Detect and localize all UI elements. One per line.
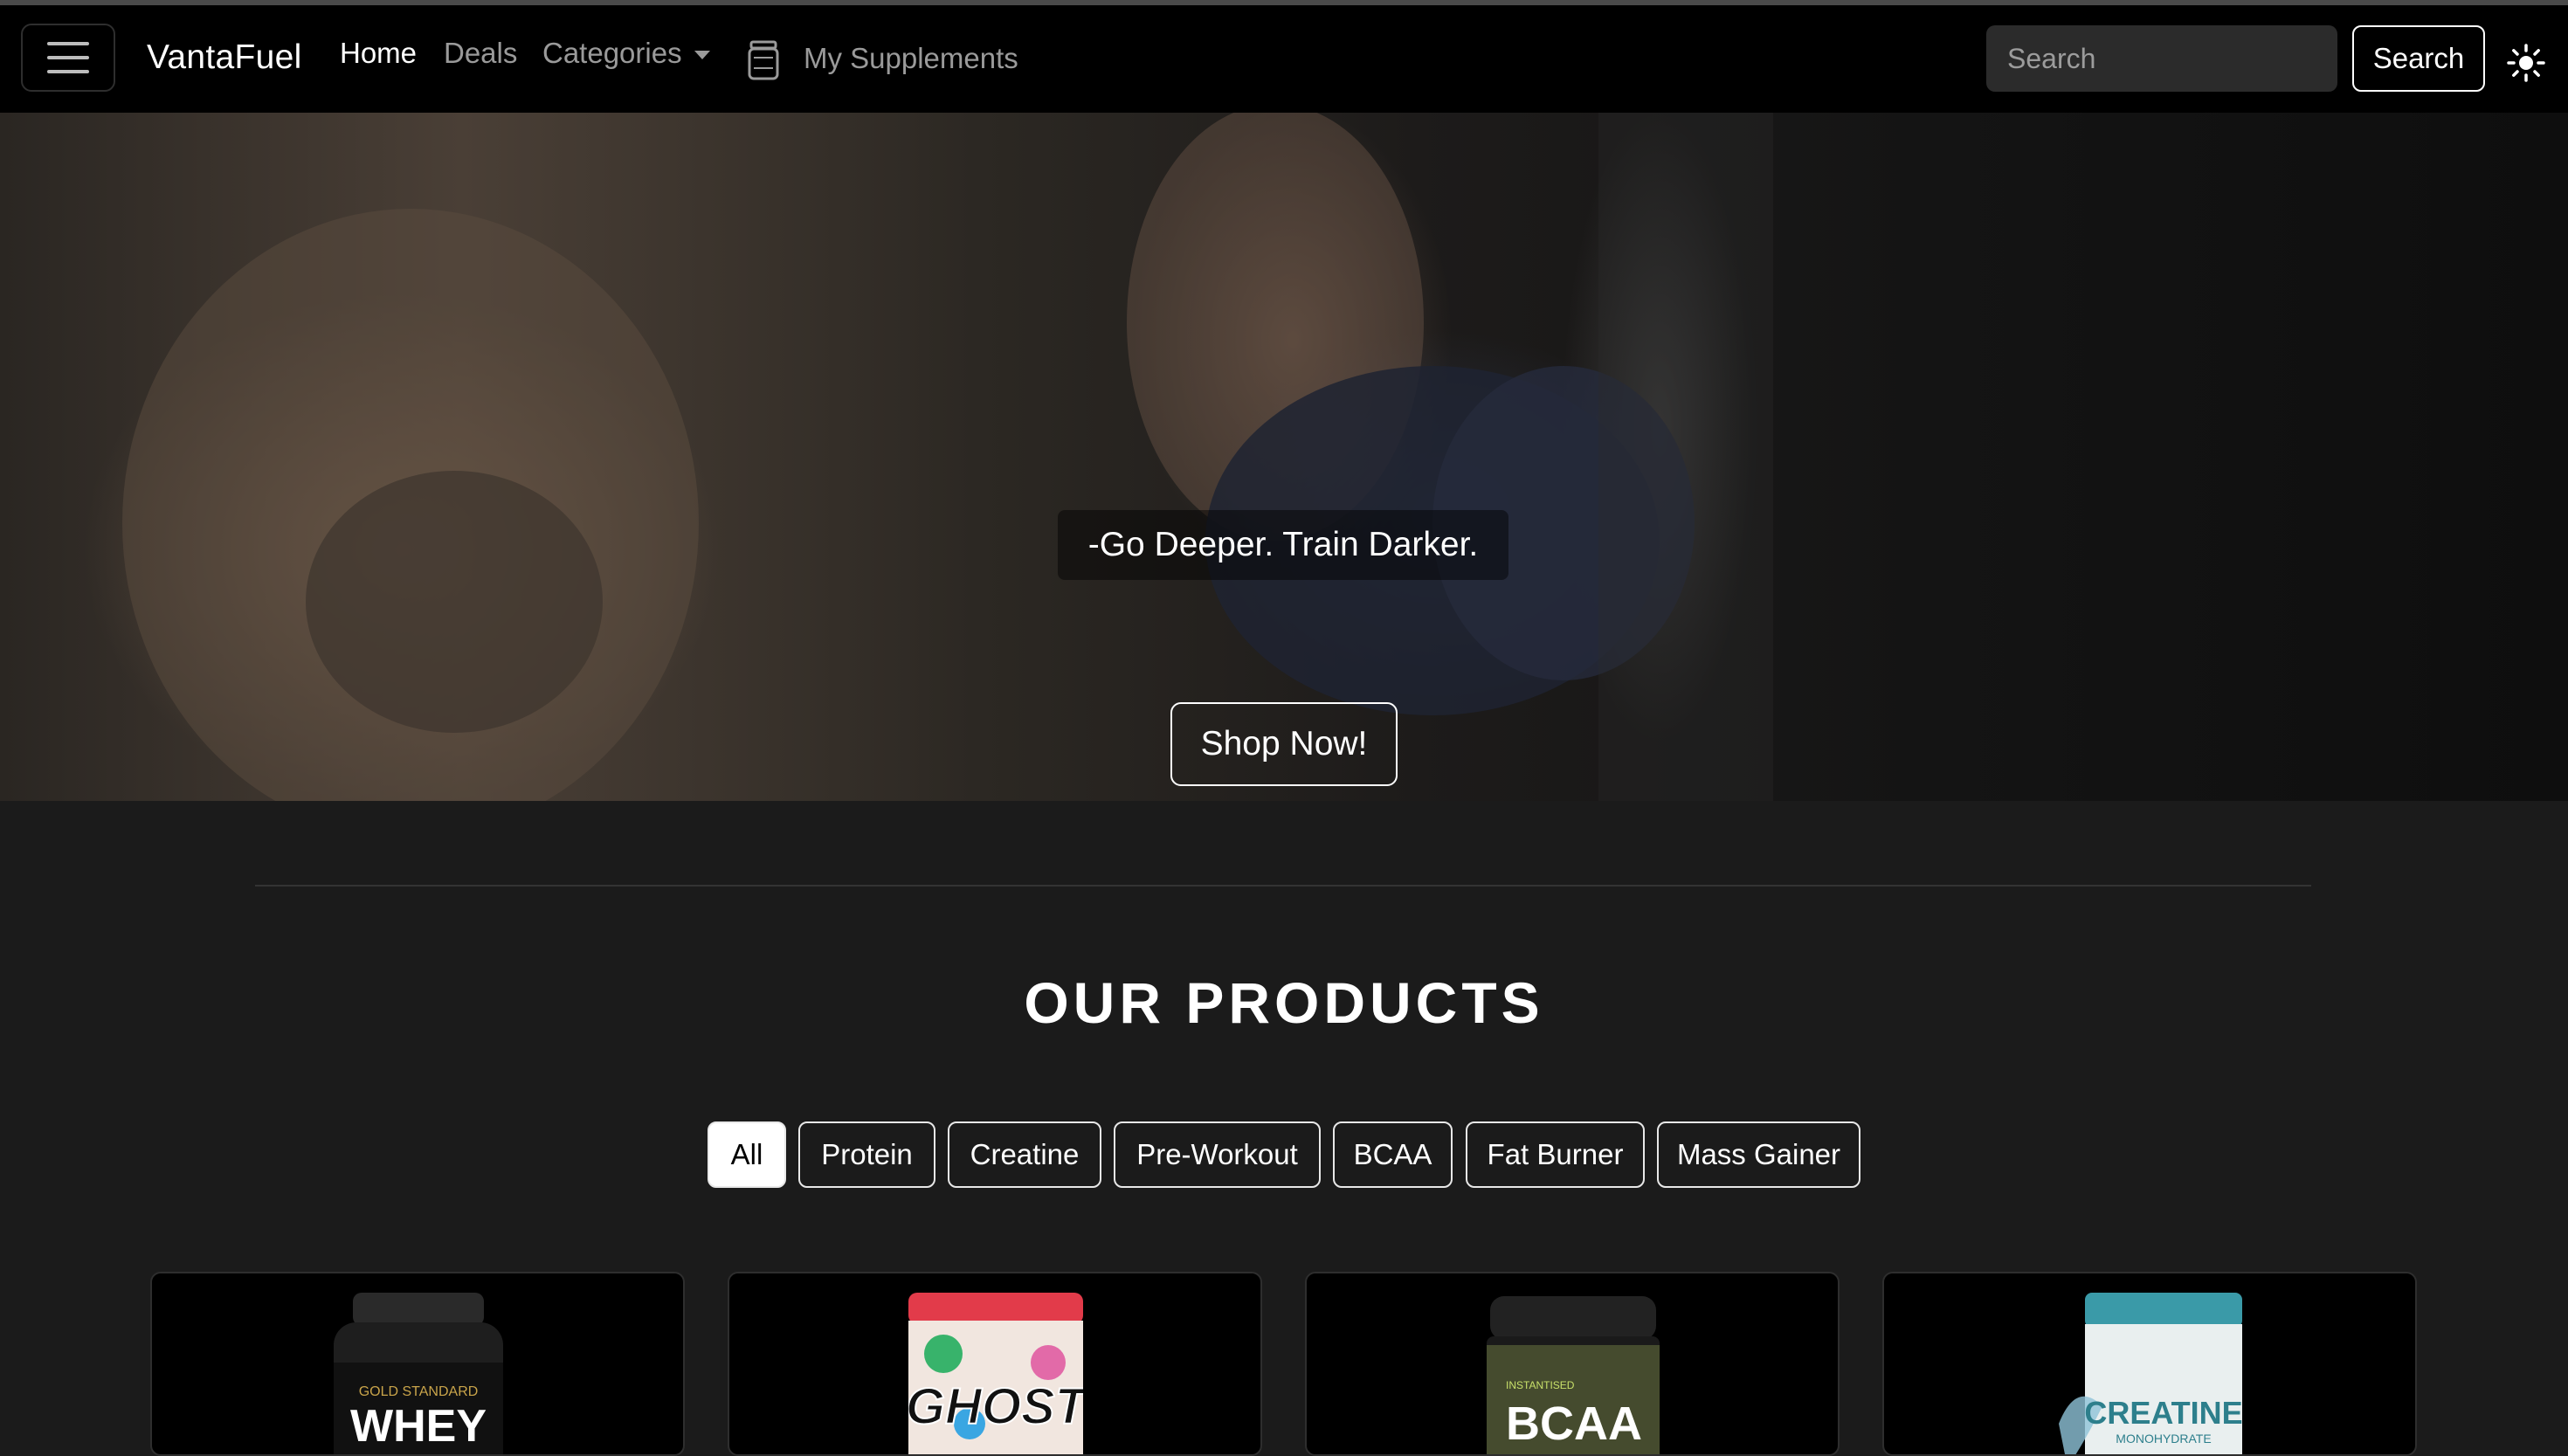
menu-icon-bar (47, 70, 89, 73)
bcaa-label-top: INSTANTISED (1506, 1379, 1575, 1391)
creatine-tub-image: CREATINE MONOHYDRATE (2059, 1293, 2243, 1454)
filter-fat-burner[interactable]: Fat Burner (1466, 1121, 1645, 1188)
hero-background-image (122, 113, 1773, 801)
ghost-label: GHOST (908, 1378, 1083, 1435)
product-card[interactable]: INSTANTISED BCAA (1305, 1272, 1840, 1456)
category-filter-bar: All Protein Creatine Pre-Workout BCAA Fa… (0, 1121, 2568, 1188)
hero-banner: -Go Deeper. Train Darker. Shop Now! (0, 113, 2568, 801)
supplement-jar-icon[interactable] (747, 40, 780, 80)
navbar: VantaFuel Home Deals Categories My Suppl… (0, 5, 2568, 113)
creatine-label-main: CREATINE (2084, 1395, 2242, 1431)
sun-icon[interactable] (2507, 44, 2545, 82)
ghost-preworkout-tub-image: GHOST (908, 1293, 1083, 1454)
menu-toggle-button[interactable] (21, 24, 115, 92)
filter-bcaa[interactable]: BCAA (1333, 1121, 1453, 1188)
whey-protein-tub-image: GOLD STANDARD WHEY (334, 1293, 503, 1454)
hero-caption: -Go Deeper. Train Darker. (1058, 510, 1508, 580)
filter-pre-workout[interactable]: Pre-Workout (1114, 1121, 1321, 1188)
bcaa-label-main: BCAA (1506, 1397, 1642, 1450)
whey-label-top: GOLD STANDARD (359, 1384, 479, 1399)
bcaa-tub-image: INSTANTISED BCAA (1487, 1296, 1660, 1454)
filter-all[interactable]: All (708, 1121, 786, 1188)
filter-mass-gainer[interactable]: Mass Gainer (1657, 1121, 1860, 1188)
chevron-down-icon (694, 51, 710, 60)
nav-categories-label: Categories (542, 37, 682, 69)
search-button[interactable]: Search (2352, 25, 2485, 92)
shop-now-button[interactable]: Shop Now! (1170, 702, 1398, 786)
nav-home-link[interactable]: Home (340, 37, 417, 70)
menu-icon-bar (47, 42, 89, 45)
product-card[interactable]: CREATINE MONOHYDRATE (1882, 1272, 2417, 1456)
section-title: OUR PRODUCTS (1024, 970, 1544, 1035)
creatine-label-sub: MONOHYDRATE (2116, 1432, 2211, 1446)
whey-label-main: WHEY (350, 1401, 487, 1452)
nav-deals-link[interactable]: Deals (444, 37, 517, 70)
menu-icon-bar (47, 56, 89, 59)
brand-logo[interactable]: VantaFuel (147, 38, 302, 77)
section-divider (255, 885, 2311, 887)
product-card[interactable]: GHOST (728, 1272, 1262, 1456)
product-card[interactable]: GOLD STANDARD WHEY (150, 1272, 685, 1456)
filter-creatine[interactable]: Creatine (948, 1121, 1101, 1188)
filter-protein[interactable]: Protein (798, 1121, 935, 1188)
nav-categories-dropdown[interactable]: Categories (542, 37, 710, 70)
search-input[interactable] (1986, 25, 2337, 92)
my-supplements-link[interactable]: My Supplements (804, 42, 1018, 75)
